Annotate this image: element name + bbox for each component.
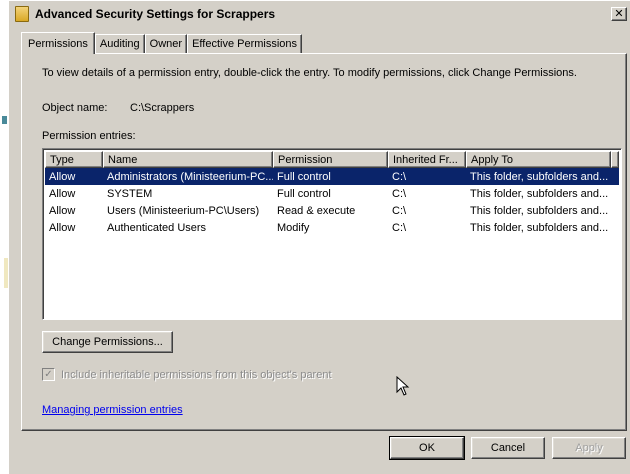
change-permissions-button[interactable]: Change Permissions... [42,331,173,353]
cell-type: Allow [49,170,76,183]
tab-strip: Permissions Auditing Owner Effective Per… [21,31,303,54]
cell-name: Users (Ministeerium-PC\Users) [107,204,260,217]
tab-auditing[interactable]: Auditing [94,34,145,53]
list-body: Allow Administrators (Ministeerium-PC...… [45,168,619,236]
permission-entries-list[interactable]: Type Name Permission Inherited Fr... App… [42,148,622,320]
cell-inherited-from: C:\ [392,170,407,183]
cell-permission: Read & execute [277,204,356,217]
cell-inherited-from: C:\ [392,221,407,234]
column-header-type[interactable]: Type [45,151,103,168]
cell-name: SYSTEM [107,187,153,200]
tab-permissions[interactable]: Permissions [21,32,95,54]
cell-name: Authenticated Users [107,221,207,234]
column-header-spacer [611,151,619,168]
cancel-button[interactable]: Cancel [471,437,545,459]
instructions-text: To view details of a permission entry, d… [42,67,577,79]
table-row[interactable]: Allow Administrators (Ministeerium-PC...… [45,168,619,185]
cell-type: Allow [49,187,76,200]
mouse-pointer-icon [396,376,410,396]
cell-permission: Full control [277,170,331,183]
cell-apply-to: This folder, subfolders and... [470,187,609,200]
column-header-name[interactable]: Name [103,151,273,168]
cell-permission: Modify [277,221,310,234]
managing-permission-entries-link[interactable]: Managing permission entries [42,404,183,416]
column-header-permission[interactable]: Permission [273,151,388,168]
inherit-permissions-checkbox[interactable]: ✓ [42,368,55,381]
inherit-permissions-label: Include inheritable permissions from thi… [61,368,332,381]
folder-icon [15,6,29,22]
table-row[interactable]: Allow SYSTEM Full control C:\ This folde… [45,185,619,202]
security-settings-dialog: Advanced Security Settings for Scrappers… [8,0,630,474]
cell-inherited-from: C:\ [392,204,407,217]
list-header: Type Name Permission Inherited Fr... App… [45,151,619,168]
object-name-label: Object name: [42,102,108,114]
tab-owner[interactable]: Owner [144,34,188,53]
cell-name: Administrators (Ministeerium-PC... [107,170,273,183]
cell-type: Allow [49,221,76,234]
inherit-permissions-option[interactable]: ✓ Include inheritable permissions from t… [42,368,332,381]
tab-effective-permissions[interactable]: Effective Permissions [187,34,303,53]
ok-button[interactable]: OK [389,436,465,460]
cell-apply-to: This folder, subfolders and... [470,204,609,217]
cell-permission: Full control [277,187,331,200]
apply-button[interactable]: Apply [552,437,626,459]
permission-entries-label: Permission entries: [42,130,136,142]
table-row[interactable]: Allow Authenticated Users Modify C:\ Thi… [45,219,619,236]
permissions-panel: To view details of a permission entry, d… [21,53,627,431]
close-icon: ✕ [614,7,624,20]
background-fragment [2,116,7,124]
column-header-apply-to[interactable]: Apply To [466,151,611,168]
table-row[interactable]: Allow Users (Ministeerium-PC\Users) Read… [45,202,619,219]
checkmark-icon: ✓ [44,369,53,380]
cell-apply-to: This folder, subfolders and... [470,170,609,183]
column-header-inherited-from[interactable]: Inherited Fr... [388,151,466,168]
cell-inherited-from: C:\ [392,187,407,200]
window-title: Advanced Security Settings for Scrappers [35,7,276,21]
cell-type: Allow [49,204,76,217]
title-bar[interactable]: Advanced Security Settings for Scrappers… [11,3,629,25]
object-name-value: C:\Scrappers [130,102,195,114]
cell-apply-to: This folder, subfolders and... [470,221,609,234]
background-edge [0,0,8,474]
close-button[interactable]: ✕ [611,7,627,21]
